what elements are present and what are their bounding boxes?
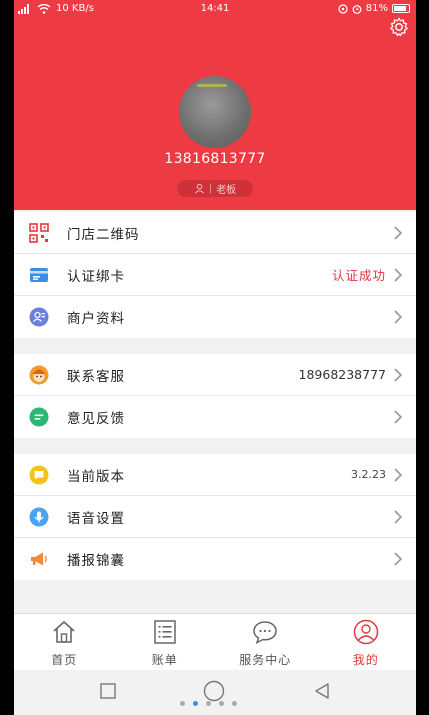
status-bar: 10 KB/s 14:41 81% <box>14 0 416 18</box>
chevron-right-icon <box>394 268 403 282</box>
row-voice-settings[interactable]: 语音设置 <box>14 496 416 538</box>
row-label: 当前版本 <box>67 468 125 485</box>
indicator-dot <box>180 701 185 706</box>
settings-group-app: 当前版本 3.2.23 语音设置 播报锦囊 <box>14 454 416 580</box>
row-label: 联系客服 <box>67 368 125 385</box>
row-merchant-info[interactable]: 商户资料 <box>14 296 416 338</box>
bottom-tab-bar: 首页 账单 服务中心 我的 <box>14 613 416 670</box>
microphone-icon <box>29 507 49 527</box>
row-label: 认证绑卡 <box>67 268 125 285</box>
verification-status: 认证成功 <box>331 268 386 283</box>
feedback-icon <box>29 407 49 427</box>
user-phone: 13816813777 <box>164 151 266 167</box>
settings-group-support: 联系客服 18968238777 意见反馈 <box>14 354 416 438</box>
tab-label: 账单 <box>151 653 178 667</box>
chevron-right-icon <box>394 310 403 324</box>
tab-bills[interactable]: 账单 <box>115 614 216 670</box>
tab-home[interactable]: 首页 <box>14 614 115 670</box>
bill-list-icon <box>154 620 176 644</box>
tab-label: 服务中心 <box>239 653 292 667</box>
row-label: 意见反馈 <box>67 411 125 427</box>
avatar[interactable] <box>179 76 251 148</box>
qr-code-icon <box>29 223 49 243</box>
tab-service-center[interactable]: 服务中心 <box>215 614 316 670</box>
merchant-icon <box>29 307 49 327</box>
chevron-right-icon <box>394 468 403 482</box>
lock-icon <box>338 3 348 14</box>
row-contact-support[interactable]: 联系客服 18968238777 <box>14 354 416 396</box>
row-verify-bind-card[interactable]: 认证绑卡 认证成功 <box>14 254 416 296</box>
row-label: 语音设置 <box>67 510 125 527</box>
support-phone: 18968238777 <box>298 367 386 382</box>
user-profile-icon <box>353 619 378 645</box>
megaphone-icon <box>31 552 47 566</box>
customer-service-icon <box>29 365 49 385</box>
app-screen: 10 KB/s 14:41 81% 13816813777 | 老板 门店二维码… <box>14 0 416 715</box>
row-label: 播报锦囊 <box>67 553 125 569</box>
battery-percent: 81% <box>365 3 388 14</box>
row-current-version[interactable]: 当前版本 3.2.23 <box>14 454 416 496</box>
chevron-right-icon <box>394 552 403 566</box>
version-icon <box>29 465 49 485</box>
chat-bubble-icon <box>253 621 278 644</box>
role-label: 老板 <box>216 185 237 196</box>
chevron-right-icon <box>394 510 403 524</box>
version-number: 3.2.23 <box>351 468 386 481</box>
system-navigation-bar <box>14 670 416 715</box>
role-badge: | 老板 <box>177 180 253 197</box>
card-icon <box>30 268 48 282</box>
tab-label: 首页 <box>51 653 78 667</box>
settings-group-account: 门店二维码 认证绑卡 认证成功 商户资料 <box>14 212 416 338</box>
profile-header: 10 KB/s 14:41 81% 13816813777 | 老板 <box>14 0 416 210</box>
alarm-icon <box>352 4 362 14</box>
user-icon <box>194 183 204 194</box>
recent-apps-icon[interactable] <box>100 683 116 699</box>
row-store-qr-code[interactable]: 门店二维码 <box>14 212 416 254</box>
row-broadcast-tips[interactable]: 播报锦囊 <box>14 538 416 580</box>
home-button-icon[interactable] <box>203 680 225 702</box>
back-icon[interactable] <box>313 682 331 700</box>
gear-icon[interactable] <box>388 16 410 38</box>
chevron-right-icon <box>394 226 403 240</box>
indicator-dot <box>219 701 224 706</box>
tab-mine[interactable]: 我的 <box>316 614 417 670</box>
chevron-right-icon <box>394 368 403 382</box>
row-label: 商户资料 <box>67 311 125 327</box>
indicator-dot <box>206 701 211 706</box>
indicator-dot <box>232 701 237 706</box>
row-label: 门店二维码 <box>67 226 140 243</box>
home-icon <box>53 620 75 643</box>
indicator-dot-active <box>193 701 198 706</box>
battery-icon <box>392 4 410 13</box>
row-feedback[interactable]: 意见反馈 <box>14 396 416 438</box>
page-indicator-dots <box>180 701 237 706</box>
chevron-right-icon <box>394 410 403 424</box>
tab-label: 我的 <box>352 653 379 667</box>
